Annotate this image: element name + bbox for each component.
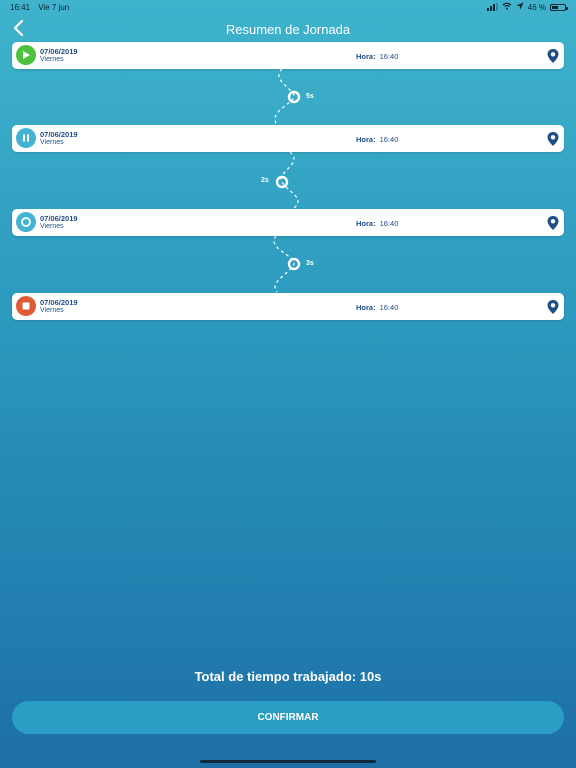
event-card-start[interactable]: 07/06/2019 Viernes Hora: 16:40 (12, 42, 564, 69)
event-date: 07/06/2019 (40, 47, 78, 56)
resume-icon (16, 212, 36, 232)
event-date: 07/06/2019 (40, 298, 78, 307)
event-time-value: 16:40 (379, 303, 399, 312)
event-date: 07/06/2019 (40, 214, 78, 223)
event-time: Hora: 16:40 (356, 219, 398, 228)
event-card-resume[interactable]: 07/06/2019 Viernes Hora: 16:40 (12, 209, 564, 236)
event-card-stop[interactable]: 07/06/2019 Viernes Hora: 16:40 (12, 293, 564, 320)
duration-label: 5s (306, 93, 314, 100)
stop-icon (16, 296, 36, 316)
event-date: 07/06/2019 (40, 130, 78, 139)
event-time-value: 16:40 (379, 52, 399, 61)
event-time-label: Hora: (356, 219, 376, 228)
pause-icon (16, 128, 36, 148)
total-worked-time: Total de tiempo trabajado: 10s (194, 669, 382, 684)
event-day: Viernes (40, 223, 64, 230)
play-icon (16, 45, 36, 65)
connector-2 (275, 151, 299, 209)
timeline-connectors (273, 68, 301, 293)
duration-label: 3s (306, 260, 314, 267)
event-time: Hora: 16:40 (356, 52, 398, 61)
connector-1 (274, 68, 301, 126)
event-day: Viernes (40, 56, 64, 63)
event-time-label: Hora: (356, 135, 376, 144)
duration-node-icon (275, 175, 289, 189)
duration-label: 2s (261, 177, 269, 184)
event-time-label: Hora: (356, 52, 376, 61)
map-pin-icon[interactable] (546, 131, 560, 147)
event-day: Viernes (40, 139, 64, 146)
duration-node-icon (287, 90, 301, 104)
event-time: Hora: 16:40 (356, 135, 398, 144)
event-time-label: Hora: (356, 303, 376, 312)
event-time-value: 16:40 (379, 219, 399, 228)
event-time-value: 16:40 (379, 135, 399, 144)
event-time: Hora: 16:40 (356, 303, 398, 312)
event-day: Viernes (40, 307, 64, 314)
map-pin-icon[interactable] (546, 299, 560, 315)
confirm-button[interactable]: CONFIRMAR (12, 701, 564, 734)
connector-3 (273, 235, 301, 293)
event-card-pause[interactable]: 07/06/2019 Viernes Hora: 16:40 (12, 125, 564, 152)
home-indicator[interactable] (200, 760, 376, 763)
map-pin-icon[interactable] (546, 215, 560, 231)
map-pin-icon[interactable] (546, 48, 560, 64)
